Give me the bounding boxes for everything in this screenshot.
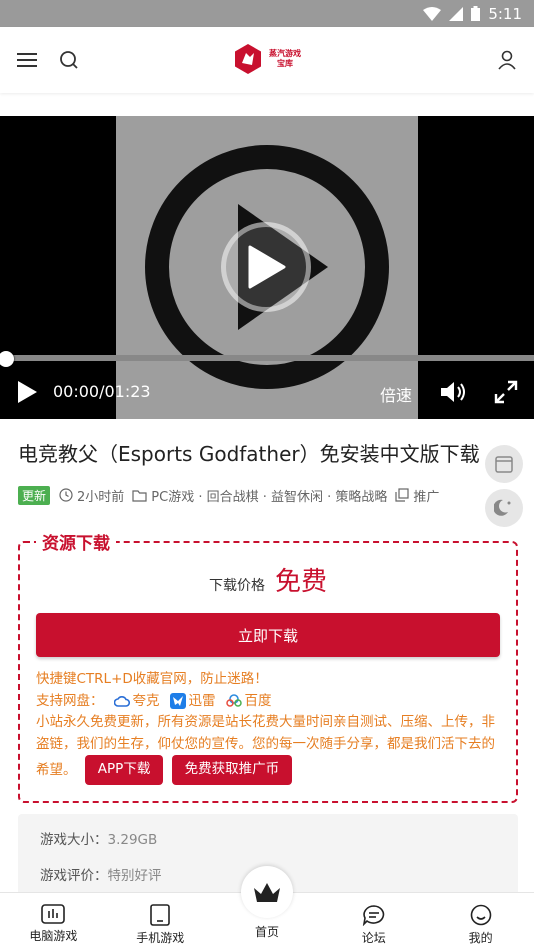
app-download-button[interactable]: APP下载: [84, 755, 164, 785]
download-section-title: 资源下载: [36, 529, 116, 554]
download-now-button[interactable]: 立即下载: [36, 613, 500, 657]
tab-forum[interactable]: 论坛: [320, 893, 427, 949]
speed-button[interactable]: 倍速: [380, 382, 412, 406]
bar-chart-icon: [41, 904, 66, 924]
crown-icon: [254, 883, 280, 902]
play-icon: [18, 381, 37, 403]
logo-text-line2: 宝库: [277, 59, 293, 68]
update-badge: 更新: [18, 485, 51, 505]
user-button[interactable]: [493, 46, 521, 74]
netdisk-baidu-label[interactable]: 百度: [245, 691, 272, 713]
logo-hexagon-icon: [235, 44, 261, 74]
game-rating-row: 游戏评价：特别好评: [40, 864, 162, 884]
dark-mode-float-button[interactable]: [485, 489, 523, 527]
recommend-text[interactable]: 推广: [413, 486, 439, 505]
folder-icon: [132, 489, 147, 502]
video-controls: 00:00/01:23 倍速: [0, 372, 534, 412]
signal-icon: [449, 6, 464, 21]
tab-home-label: 首页: [254, 925, 279, 939]
game-size-value: 3.29GB: [107, 832, 158, 848]
menu-button[interactable]: [13, 46, 41, 74]
netdisk-xunlei-label[interactable]: 迅雷: [189, 691, 216, 713]
search-button[interactable]: [55, 46, 83, 74]
clock: 5:11: [488, 4, 522, 23]
chat-icon: [362, 905, 384, 926]
calendar-icon: [495, 456, 513, 473]
video-time: 00:00/01:23: [53, 382, 151, 401]
recommend-link[interactable]: 推广: [395, 486, 439, 505]
tab-forum-label: 论坛: [361, 931, 386, 945]
free-note: 小站永久免费更新，所有资源是站长花费大量时间亲自测试、压缩、上传，非盗链，我们的…: [36, 712, 506, 785]
wifi-icon: [423, 6, 442, 21]
volume-icon: [441, 382, 465, 402]
play-icon: [248, 245, 286, 289]
netdisk-baidu-link[interactable]: 百度: [225, 691, 272, 713]
article-meta: 更新 2小时前 PC游戏 · 回合战棋 · 益智休闲 · 策略战略 推广: [18, 484, 488, 506]
home-center-button[interactable]: [241, 866, 293, 918]
cloud-icon: [113, 696, 130, 708]
download-section: 资源下载 下载价格 免费 立即下载 快捷键CTRL+D收藏官网，防止迷路！ 支持…: [18, 529, 518, 803]
tablet-icon: [150, 904, 170, 926]
price-value: 免费: [274, 567, 327, 597]
calendar-float-button[interactable]: [485, 445, 523, 483]
bookmark-note: 快捷键CTRL+D收藏官网，防止迷路！: [36, 671, 268, 687]
moon-icon: [494, 499, 511, 516]
netdisk-label: 支持网盘：: [36, 692, 104, 709]
smile-icon: [470, 904, 491, 926]
top-header: 蒸汽游戏 宝库: [0, 27, 534, 93]
game-rating-value: 特别好评: [107, 868, 162, 884]
center-play-button[interactable]: [221, 222, 311, 312]
game-size-label: 游戏大小：: [40, 832, 108, 848]
netdisk-xunlei-link[interactable]: 迅雷: [169, 691, 216, 713]
clock-icon: [59, 488, 73, 502]
categories-text[interactable]: PC游戏 · 回合战棋 · 益智休闲 · 策略战略: [151, 486, 387, 505]
baidu-cloud-icon: [225, 694, 242, 707]
tab-mobile-games[interactable]: 手机游戏: [107, 893, 214, 949]
price-label: 下载价格: [208, 578, 265, 594]
category-links[interactable]: PC游戏 · 回合战棋 · 益智休闲 · 策略战略: [132, 486, 387, 505]
video-progress-bar[interactable]: [0, 355, 534, 361]
fullscreen-button[interactable]: [494, 380, 518, 408]
download-notes: 快捷键CTRL+D收藏官网，防止迷路！ 支持网盘： 夸克 迅雷 百度 小站永久免…: [36, 669, 506, 785]
tab-mine[interactable]: 我的: [427, 893, 534, 949]
netdisk-row: 支持网盘： 夸克 迅雷 百度: [36, 691, 506, 713]
game-size-row: 游戏大小：3.29GB: [40, 828, 157, 848]
promo-coin-button[interactable]: 免费获取推广币: [171, 755, 293, 785]
thunder-bird-icon: [169, 693, 186, 710]
game-rating-label: 游戏评价：: [40, 868, 108, 884]
logo-text-line1: 蒸汽游戏: [269, 49, 301, 58]
control-play-button[interactable]: [16, 380, 38, 408]
page-title: 电竞教父（Esports Godfather）免安装中文版下载: [18, 442, 480, 466]
menu-icon: [17, 53, 37, 67]
tab-mobile-games-label: 手机游戏: [136, 931, 185, 945]
search-icon: [60, 51, 78, 69]
tab-pc-games[interactable]: 电脑游戏: [0, 893, 107, 949]
status-bar: 5:11: [0, 0, 534, 27]
copy-icon: [395, 488, 410, 502]
site-logo[interactable]: 蒸汽游戏 宝库: [233, 43, 301, 75]
time-ago: 2小时前: [59, 486, 124, 505]
fullscreen-icon: [494, 380, 518, 404]
volume-button[interactable]: [440, 380, 468, 408]
tab-pc-games-label: 电脑游戏: [29, 929, 78, 943]
netdisk-quark-link[interactable]: 夸克: [113, 691, 160, 713]
price-row: 下载价格 免费: [20, 561, 516, 598]
battery-icon: [471, 6, 481, 21]
user-icon: [498, 50, 516, 70]
tab-mine-label: 我的: [468, 931, 493, 945]
time-ago-text: 2小时前: [77, 489, 125, 505]
netdisk-quark-label[interactable]: 夸克: [133, 691, 160, 713]
